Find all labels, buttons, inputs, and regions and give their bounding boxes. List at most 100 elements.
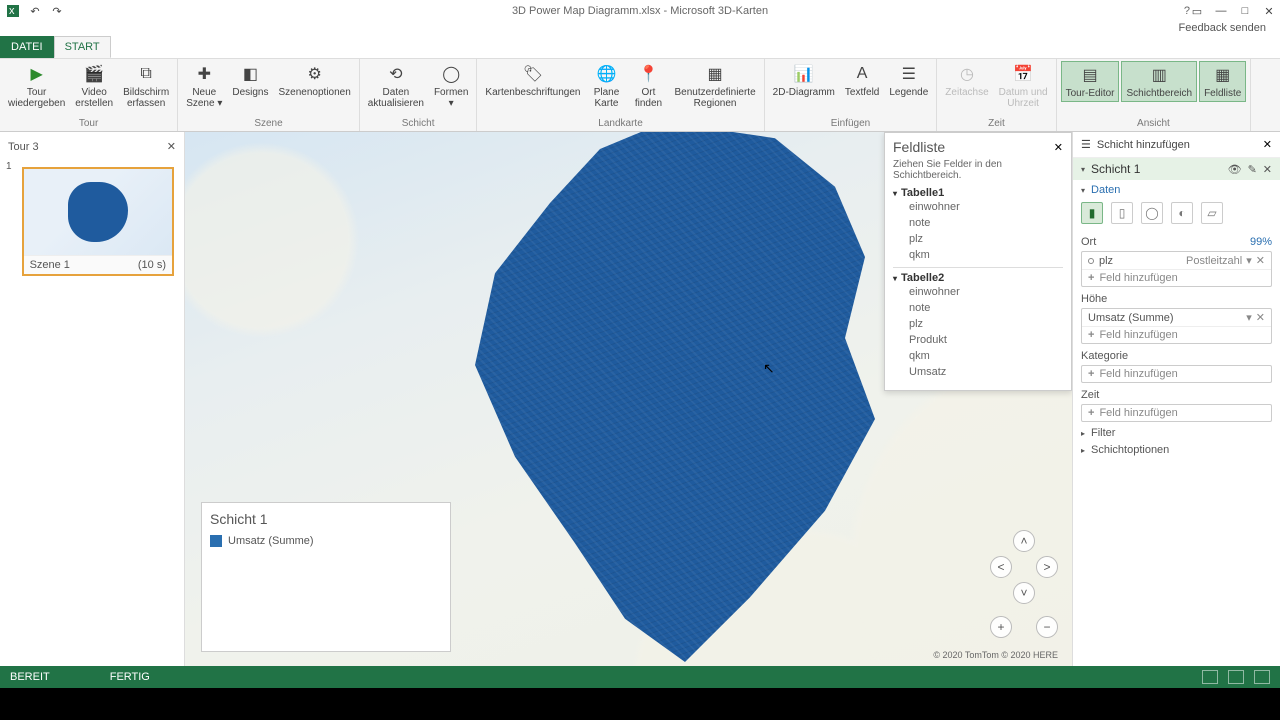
scene-thumbnail[interactable]: Szene 1 (10 s) (22, 167, 174, 276)
field-t2-produkt[interactable]: Produkt (893, 332, 1063, 348)
viz-stacked-column[interactable]: ▮ (1081, 202, 1103, 224)
legend-swatch (210, 535, 222, 547)
maximize-icon[interactable]: □ (1238, 4, 1252, 18)
field-t2-umsatz[interactable]: Umsatz (893, 364, 1063, 380)
field-t2-qkm[interactable]: qkm (893, 348, 1063, 364)
field-list-panel[interactable]: Feldliste ✕ Ziehen Sie Felder in den Sch… (884, 132, 1072, 391)
section-layer-options[interactable]: ▸Schichtoptionen (1081, 439, 1272, 456)
redo-icon[interactable]: ↷ (50, 4, 64, 18)
group-scene: Szene (254, 117, 282, 131)
status-done: FERTIG (110, 671, 150, 683)
map-labels-button[interactable]: 🏷Kartenbeschriftungen (481, 61, 584, 100)
view-mode-3[interactable] (1254, 670, 1270, 684)
svg-text:x: x (9, 5, 15, 17)
group-view: Ansicht (1137, 117, 1170, 131)
add-time-field[interactable]: +Feld hinzufügen (1082, 405, 1271, 421)
layer-pane-close-icon[interactable]: ✕ (1263, 138, 1272, 151)
group-tour: Tour (79, 117, 98, 131)
textbox-button[interactable]: ATextfeld (841, 61, 883, 100)
ort-field-row[interactable]: plz Postleitzahl▾✕ (1082, 252, 1271, 270)
layer-visible-icon[interactable]: 👁 (1228, 163, 1242, 176)
group-layer: Schicht (402, 117, 435, 131)
field-t2-einwohner[interactable]: einwohner (893, 284, 1063, 300)
legend-button[interactable]: ☰Legende (885, 61, 932, 100)
rotate-right-button[interactable]: ˃ (1036, 556, 1058, 578)
tour-editor-button[interactable]: ▤Tour-Editor (1061, 61, 1120, 102)
layer-rename-icon[interactable]: ✎ (1248, 163, 1257, 176)
play-tour-button[interactable]: ▶Tour wiedergeben (4, 61, 69, 111)
status-bar: BEREIT FERTIG (0, 666, 1280, 688)
ribbon-collapse-icon[interactable]: ▭ (1190, 4, 1204, 18)
layers-icon: ☰ (1081, 138, 1091, 151)
2d-chart-button[interactable]: 📊2D-Diagramm (769, 61, 839, 100)
field-list-button[interactable]: ▦Feldliste (1199, 61, 1246, 102)
view-mode-2[interactable] (1228, 670, 1244, 684)
field-t2-note[interactable]: note (893, 300, 1063, 316)
add-category-field[interactable]: +Feld hinzufügen (1082, 366, 1271, 382)
group-insert: Einfügen (831, 117, 870, 131)
label-height: Höhe (1081, 293, 1107, 305)
remove-ort-field-icon[interactable]: ✕ (1256, 254, 1265, 267)
status-ready: BEREIT (10, 671, 50, 683)
field-t2-plz[interactable]: plz (893, 316, 1063, 332)
layer-name[interactable]: Schicht 1 (1091, 162, 1140, 176)
tab-start[interactable]: START (54, 36, 111, 58)
legend-title: Schicht 1 (210, 511, 442, 527)
layer-delete-icon[interactable]: ✕ (1263, 163, 1272, 176)
map-credits: © 2020 TomTom © 2020 HERE (933, 650, 1058, 660)
layer-pane: ☰Schicht hinzufügen ✕ ▾Schicht 1 👁 ✎ ✕ ▾… (1072, 132, 1280, 666)
close-icon[interactable]: ✕ (1262, 4, 1276, 18)
zoom-in-button[interactable]: + (990, 616, 1012, 638)
group-time: Zeit (988, 117, 1005, 131)
height-field-row[interactable]: Umsatz (Summe) ▾✕ (1082, 309, 1271, 327)
scene-options-button[interactable]: ⚙Szenenoptionen (275, 61, 355, 100)
label-category: Kategorie (1081, 350, 1128, 362)
custom-regions-button[interactable]: ▦Benutzerdefinierte Regionen (670, 61, 759, 111)
field-t1-note[interactable]: note (893, 215, 1063, 231)
section-data[interactable]: Daten (1091, 184, 1120, 196)
timeline-button: ◷Zeitachse (941, 61, 992, 100)
viz-heatmap[interactable]: ◐ (1171, 202, 1193, 224)
viz-region[interactable]: ▱ (1201, 202, 1223, 224)
new-scene-button[interactable]: ✚Neue Szene ▾ (182, 61, 226, 111)
find-location-button[interactable]: 📍Ort finden (628, 61, 668, 111)
layer-pane-button[interactable]: ▥Schichtbereich (1121, 61, 1197, 102)
shapes-button[interactable]: ◯Formen ▾ (430, 61, 472, 111)
create-video-button[interactable]: 🎬Video erstellen (71, 61, 117, 111)
add-ort-field[interactable]: +Feld hinzufügen (1082, 270, 1271, 286)
viz-bubble[interactable]: ◯ (1141, 202, 1163, 224)
field-t1-qkm[interactable]: qkm (893, 247, 1063, 263)
feedback-link[interactable]: Feedback senden (1179, 22, 1266, 34)
map-canvas[interactable]: ↖ Schicht 1 Umsatz (Summe) Feldliste ✕ Z… (185, 132, 1072, 666)
field-t1-plz[interactable]: plz (893, 231, 1063, 247)
add-height-field[interactable]: +Feld hinzufügen (1082, 327, 1271, 343)
section-filter[interactable]: ▸Filter (1081, 422, 1272, 439)
add-layer-button[interactable]: Schicht hinzufügen (1097, 139, 1190, 151)
viz-clustered-column[interactable]: ▯ (1111, 202, 1133, 224)
view-mode-1[interactable] (1202, 670, 1218, 684)
refresh-data-button[interactable]: ⟲Daten aktualisieren (364, 61, 428, 111)
excel-icon: x (6, 4, 20, 18)
rotate-left-button[interactable]: ˂ (990, 556, 1012, 578)
black-bar (0, 688, 1280, 720)
ribbon: ▶Tour wiedergeben 🎬Video erstellen ⧉Bild… (0, 58, 1280, 132)
field-list-close-icon[interactable]: ✕ (1054, 141, 1063, 154)
minimize-icon[interactable]: — (1214, 4, 1228, 18)
legend-panel[interactable]: Schicht 1 Umsatz (Summe) (201, 502, 451, 652)
zoom-out-button[interactable]: − (1036, 616, 1058, 638)
tilt-up-button[interactable]: ˄ (1013, 530, 1035, 552)
tour-close-icon[interactable]: ✕ (167, 140, 176, 153)
remove-height-field-icon[interactable]: ✕ (1256, 311, 1265, 324)
tab-file[interactable]: DATEI (0, 36, 54, 58)
field-t1-einwohner[interactable]: einwohner (893, 199, 1063, 215)
field-list-hint: Ziehen Sie Felder in den Schichtbereich. (893, 159, 1063, 181)
table2-header[interactable]: ▾Tabelle2 (893, 272, 1063, 284)
screen-capture-button[interactable]: ⧉Bildschirm erfassen (119, 61, 173, 111)
flat-map-button[interactable]: 🌐Plane Karte (586, 61, 626, 111)
undo-icon[interactable]: ↶ (28, 4, 42, 18)
label-ort: Ort (1081, 236, 1096, 248)
ort-confidence[interactable]: 99% (1250, 236, 1272, 248)
tilt-down-button[interactable]: ˅ (1013, 582, 1035, 604)
table1-header[interactable]: ▾Tabelle1 (893, 187, 1063, 199)
designs-button[interactable]: ◧Designs (228, 61, 272, 100)
